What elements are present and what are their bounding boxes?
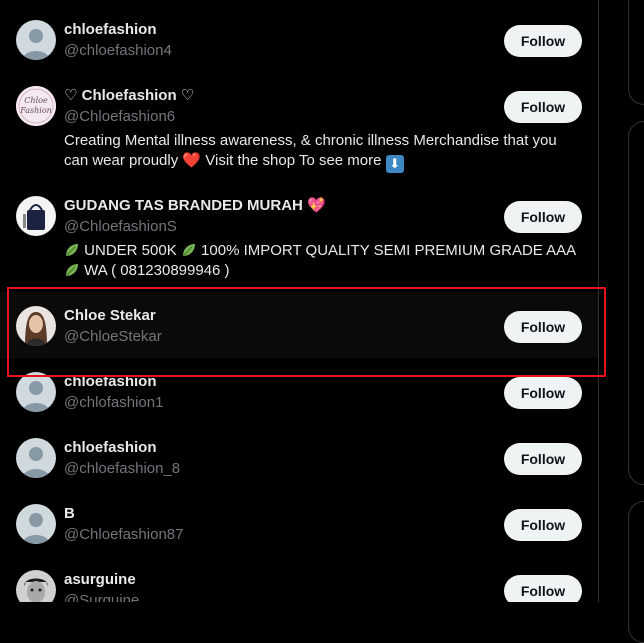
user-cell[interactable]: chloefashion @chlofashion1 Follow: [0, 358, 598, 424]
user-name[interactable]: asurguine: [64, 570, 136, 590]
user-name[interactable]: B: [64, 504, 75, 524]
bio-text: UNDER 500K: [80, 242, 181, 259]
user-search-results: chloefashion @chloefashion4 Follow Chloe…: [0, 0, 598, 602]
follow-button[interactable]: Follow: [504, 509, 582, 541]
user-bio: UNDER 500K 100% IMPORT QUALITY SEMI PREM…: [64, 241, 584, 281]
right-sidebar-card: [628, 121, 644, 485]
default-avatar-icon[interactable]: [16, 372, 56, 412]
bio-text: WA ( 081230899946 ): [80, 262, 230, 279]
user-cell[interactable]: asurguine @Surguine Follow: [0, 556, 598, 602]
chloe-fashion-logo[interactable]: Chloe Fashion: [16, 86, 56, 126]
user-cell[interactable]: B @Chloefashion87 Follow: [0, 490, 598, 556]
bw-portrait-photo[interactable]: [16, 570, 56, 602]
user-handle[interactable]: @Surguine: [64, 591, 139, 602]
user-bio: Creating Mental illness awareness, & chr…: [64, 131, 584, 173]
user-name[interactable]: Chloe Stekar: [64, 306, 156, 326]
handbag-photo[interactable]: [16, 196, 56, 236]
bio-text: 100% IMPORT QUALITY SEMI PREMIUM GRADE A…: [196, 242, 577, 259]
user-name[interactable]: GUDANG TAS BRANDED MURAH 💖: [64, 196, 326, 216]
user-name[interactable]: chloefashion: [64, 438, 157, 458]
column-divider: [598, 0, 599, 602]
right-sidebar-card: [628, 0, 644, 105]
portrait-photo[interactable]: [16, 306, 56, 346]
user-handle[interactable]: @ChloefashionS: [64, 217, 177, 237]
user-name[interactable]: chloefashion: [64, 372, 157, 392]
user-name[interactable]: ♡ Chloefashion ♡: [64, 86, 194, 106]
user-handle[interactable]: @chloefashion_8: [64, 459, 180, 479]
follow-button[interactable]: Follow: [504, 575, 582, 602]
user-cell[interactable]: chloefashion @chloefashion_8 Follow: [0, 424, 598, 490]
right-sidebar-card: [628, 501, 644, 643]
user-name[interactable]: chloefashion: [64, 20, 157, 40]
follow-button[interactable]: Follow: [504, 443, 582, 475]
user-cell[interactable]: chloefashion @chloefashion4 Follow: [0, 0, 598, 80]
red-heart-emoji: ❤️: [182, 152, 202, 169]
user-cell[interactable]: Chloe Fashion ♡ Chloefashion ♡ @Chloefas…: [0, 80, 598, 190]
leaf-emoji-icon: [65, 264, 78, 277]
user-handle[interactable]: @ChloeStekar: [64, 327, 162, 347]
logo-text: Chloe Fashion: [20, 96, 52, 115]
user-handle[interactable]: @chloefashion4: [64, 41, 172, 61]
user-handle[interactable]: @chlofashion1: [64, 393, 163, 413]
default-avatar-icon[interactable]: [16, 504, 56, 544]
down-arrow-emoji: ⬇: [385, 155, 404, 173]
follow-button[interactable]: Follow: [504, 25, 582, 57]
leaf-emoji-icon: [182, 244, 195, 257]
user-cell[interactable]: GUDANG TAS BRANDED MURAH 💖 @Chloefashion…: [0, 190, 598, 288]
leaf-emoji-icon: [65, 244, 78, 257]
follow-button[interactable]: Follow: [504, 91, 582, 123]
follow-button[interactable]: Follow: [504, 201, 582, 233]
follow-button[interactable]: Follow: [504, 311, 582, 343]
default-avatar-icon[interactable]: [16, 20, 56, 60]
user-handle[interactable]: @Chloefashion87: [64, 525, 183, 545]
default-avatar-icon[interactable]: [16, 438, 56, 478]
user-cell[interactable]: Chloe Stekar @ChloeStekar Follow: [0, 292, 598, 358]
bio-text: Visit the shop To see more: [201, 152, 386, 169]
follow-button[interactable]: Follow: [504, 377, 582, 409]
user-handle[interactable]: @Chloefashion6: [64, 107, 175, 127]
